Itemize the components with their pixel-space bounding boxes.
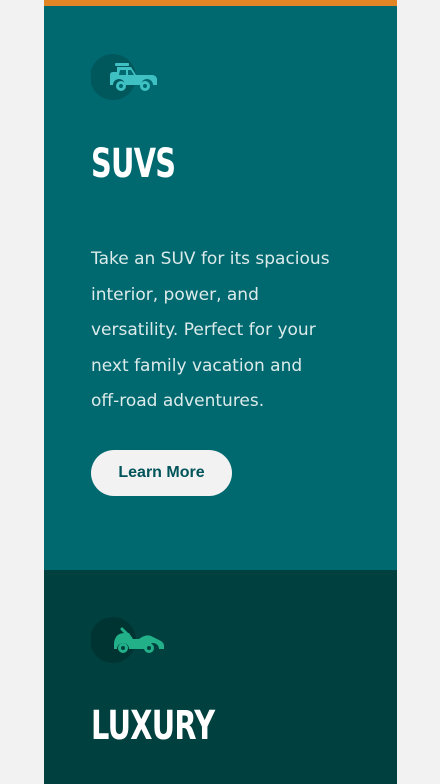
suvs-title: SUVS xyxy=(91,141,176,187)
luxury-card: LUXURY xyxy=(44,570,397,784)
learn-more-button[interactable]: Learn More xyxy=(91,450,232,496)
luxury-title: LUXURY xyxy=(91,703,215,749)
car-categories-column: SUVS Take an SUV for its spacious interi… xyxy=(44,0,397,784)
suv-car-icon xyxy=(91,53,171,101)
convertible-car-icon xyxy=(91,617,171,665)
suvs-description: Take an SUV for its spacious interior, p… xyxy=(91,249,330,411)
suvs-card: SUVS Take an SUV for its spacious interi… xyxy=(44,6,397,570)
